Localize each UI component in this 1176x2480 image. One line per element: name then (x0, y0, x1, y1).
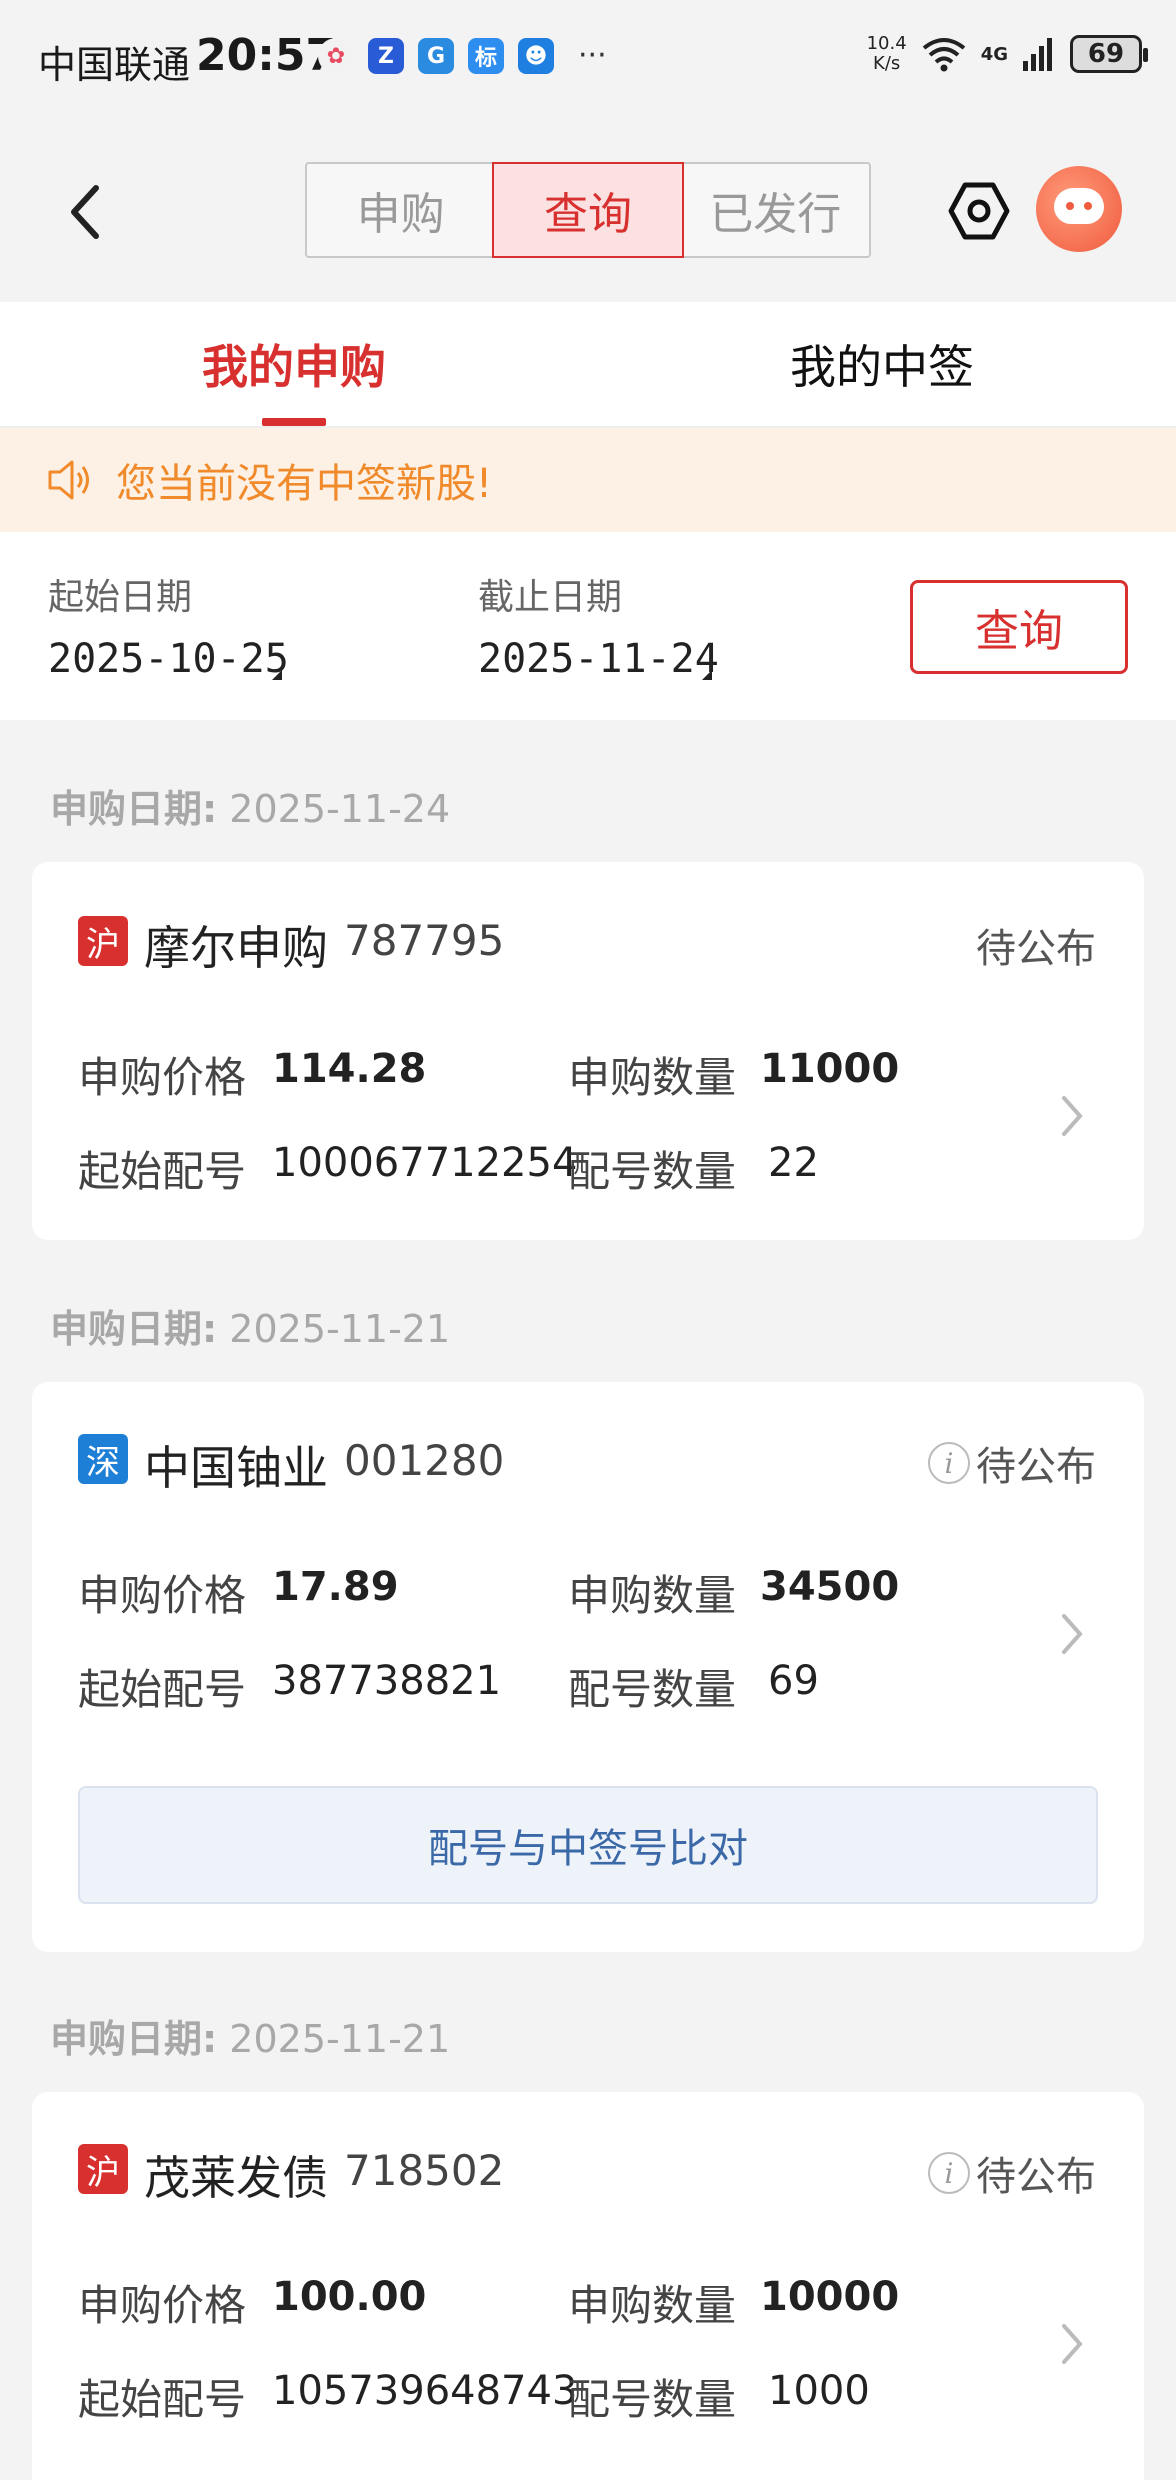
speaker-icon (48, 460, 89, 500)
date-filter: 起始日期 2025-10-25 截止日期 2025-11-24 查询 (0, 532, 1176, 720)
price-value: 17.89 (272, 1564, 399, 1610)
avatar-face (1054, 188, 1104, 224)
date-header-label: 申购日期: (50, 787, 218, 831)
pinwheel-app-icon: ✿ (318, 38, 354, 74)
number-count-value: 1000 (768, 2368, 870, 2414)
price-label: 申购价格 (78, 2281, 247, 2330)
subscription-card[interactable]: 沪 茂莱发债 718502 i 待公布 申购价格 100.00 申购数量 100… (32, 2092, 1144, 2480)
signal-icon (1023, 38, 1052, 71)
stock-name: 中国铀业 (144, 1441, 328, 1495)
subscription-date-header: 申购日期: 2025-11-21 (50, 2008, 450, 2063)
status-bar: 中国联通 20:57 ✿ Z G 标 ☻ ··· 10.4 K/s 4G 69 (0, 0, 1176, 120)
subscription-card[interactable]: 深 中国铀业 001280 i 待公布 申购价格 17.89 申购数量 3450… (32, 1382, 1144, 1952)
date-header-label: 申购日期: (50, 2017, 218, 2061)
price-label: 申购价格 (78, 1571, 247, 1620)
network-speed-value: 10.4 (866, 33, 907, 54)
quantity-label: 申购数量 (568, 1571, 737, 1620)
start-number-value: 387738821 (272, 1658, 502, 1704)
stock-name: 茂莱发债 (144, 2151, 328, 2205)
number-count-label: 配号数量 (568, 1147, 737, 1196)
tab-issued[interactable]: 已发行 (682, 164, 869, 256)
sh-market-badge: 沪 (78, 916, 128, 966)
mode-segmented-control: 申购 查询 已发行 (305, 162, 871, 258)
tab-my-winning-lots[interactable]: 我的中签 (588, 302, 1176, 426)
status-badge: i 待公布 (928, 2144, 1096, 2202)
status-text: 待公布 (976, 2154, 1096, 2200)
quantity-value: 11000 (760, 1046, 900, 1092)
network-speed: 10.4 K/s (867, 34, 907, 74)
battery-indicator: 69 (1070, 35, 1148, 73)
start-number-label: 起始配号 (78, 1147, 247, 1196)
notification-icons: ✿ Z G 标 ☻ ··· (318, 38, 607, 74)
stock-name: 摩尔申购 (144, 921, 328, 975)
end-date-picker[interactable]: 2025-11-24 (478, 636, 719, 682)
wifi-icon (922, 38, 965, 72)
start-date-dropdown-icon[interactable] (272, 670, 282, 680)
date-header-label: 申购日期: (50, 1307, 218, 1351)
stock-code: 718502 (344, 2146, 505, 2195)
number-count-value: 69 (768, 1658, 819, 1704)
tab-subscribe[interactable]: 申购 (307, 164, 494, 256)
notice-text: 您当前没有中签新股! (116, 461, 493, 507)
end-date-label: 截止日期 (478, 577, 623, 618)
network-type: 4G (980, 43, 1008, 65)
price-value: 114.28 (272, 1046, 427, 1092)
assistant-avatar[interactable] (1036, 166, 1122, 252)
stock-code: 787795 (344, 916, 505, 965)
z-app-icon: Z (368, 38, 404, 74)
stock-code: 001280 (344, 1436, 505, 1485)
number-count-label: 配号数量 (568, 2375, 737, 2424)
quantity-label: 申购数量 (568, 1053, 737, 1102)
sub-tab-bar: 我的申购 我的中签 (0, 302, 1176, 428)
start-date-picker[interactable]: 2025-10-25 (48, 636, 289, 682)
carrier-name: 中国联通 (38, 43, 191, 87)
price-value: 100.00 (272, 2274, 427, 2320)
tab-query[interactable]: 查询 (492, 162, 684, 258)
info-icon[interactable]: i (928, 2152, 970, 2194)
chevron-right-icon[interactable] (1052, 1606, 1092, 1662)
subscription-card[interactable]: 沪 摩尔申购 787795 待公布 申购价格 114.28 申购数量 11000… (32, 862, 1144, 1240)
query-button[interactable]: 查询 (910, 580, 1128, 674)
status-badge: 待公布 (976, 916, 1096, 974)
start-number-label: 起始配号 (78, 2375, 247, 2424)
start-number-value: 105739648743 (272, 2368, 578, 2414)
system-indicators: 10.4 K/s 4G 69 (867, 34, 1148, 74)
subscription-date-header: 申购日期: 2025-11-21 (50, 1298, 450, 1353)
app-header: 申购 查询 已发行 (0, 120, 1176, 302)
tab-my-subscriptions[interactable]: 我的申购 (0, 302, 588, 426)
quantity-value: 10000 (760, 2274, 900, 2320)
date-header-value: 2025-11-21 (229, 2017, 451, 2061)
start-date-label: 起始日期 (48, 577, 193, 618)
price-label: 申购价格 (78, 1053, 247, 1102)
subscription-date-header: 申购日期: 2025-11-24 (50, 778, 450, 833)
network-speed-unit: K/s (873, 53, 901, 74)
settings-hexagon-icon[interactable] (948, 180, 1010, 242)
chevron-right-icon[interactable] (1052, 2316, 1092, 2372)
clock: 20:57 (196, 30, 337, 81)
start-number-label: 起始配号 (78, 1665, 247, 1714)
sh-market-badge: 沪 (78, 2144, 128, 2194)
start-number-value: 100067712254 (272, 1140, 578, 1186)
robot-app-icon: ☻ (518, 38, 554, 74)
sz-market-badge: 深 (78, 1434, 128, 1484)
date-header-value: 2025-11-24 (229, 787, 451, 831)
number-count-label: 配号数量 (568, 1665, 737, 1714)
g-app-icon: G (418, 38, 454, 74)
more-notifications-icon: ··· (578, 38, 607, 73)
biao-app-icon: 标 (468, 38, 504, 74)
status-text: 待公布 (976, 926, 1096, 972)
back-arrow-icon[interactable] (58, 172, 118, 252)
chevron-right-icon[interactable] (1052, 1088, 1092, 1144)
status-text: 待公布 (976, 1444, 1096, 1490)
status-badge: i 待公布 (928, 1434, 1096, 1492)
info-icon[interactable]: i (928, 1442, 970, 1484)
notice-banner: 您当前没有中签新股! (0, 428, 1176, 532)
end-date-dropdown-icon[interactable] (702, 670, 712, 680)
quantity-label: 申购数量 (568, 2281, 737, 2330)
number-count-value: 22 (768, 1140, 819, 1186)
compare-numbers-button[interactable]: 配号与中签号比对 (78, 1786, 1098, 1904)
quantity-value: 34500 (760, 1564, 900, 1610)
date-header-value: 2025-11-21 (229, 1307, 451, 1351)
